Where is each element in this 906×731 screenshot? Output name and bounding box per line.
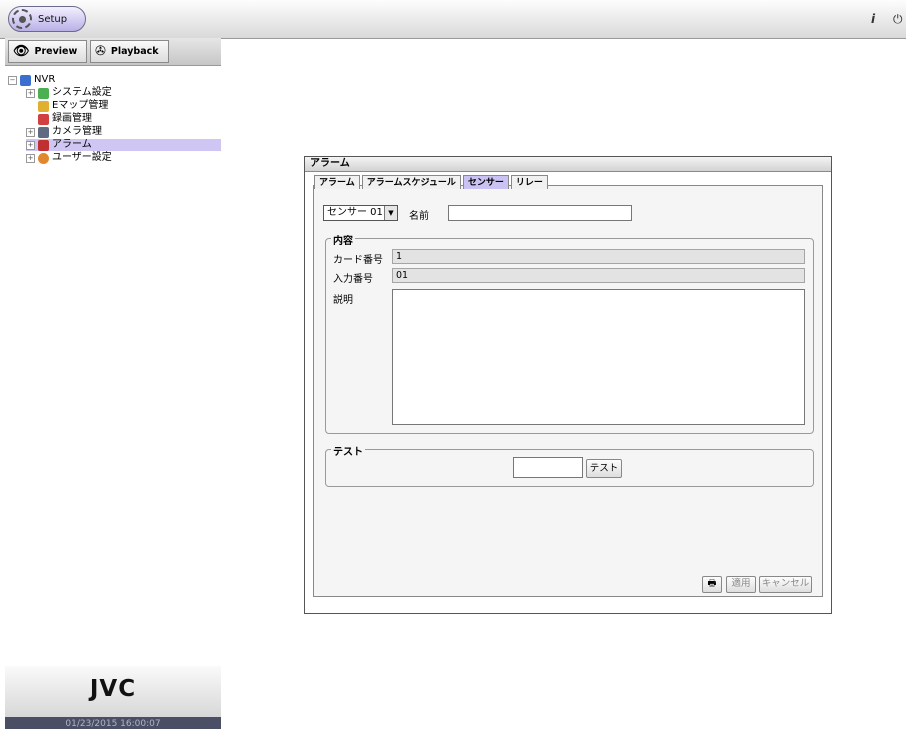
setup-button[interactable]: Setup <box>8 6 86 32</box>
left-panel: 👁 Preview ✇ Playback − NVR + システム設定 Eマップ… <box>5 38 221 729</box>
tab-sensor[interactable]: センサー <box>462 175 509 189</box>
tab-relay[interactable]: リレー <box>510 175 548 189</box>
user-icon <box>38 152 49 164</box>
brand-area: JVC 01/23/2015 16:00:07 <box>5 666 221 729</box>
test-input[interactable] <box>513 457 583 478</box>
expand-icon[interactable]: + <box>26 153 35 163</box>
input-number-field: 01 <box>392 268 805 283</box>
printer-icon: 🖶 <box>707 578 717 589</box>
description-label: 説明 <box>333 295 353 306</box>
tab-bar: アラーム アラームスケジュール センサー リレー <box>314 175 550 189</box>
playback-button[interactable]: ✇ Playback <box>90 40 169 63</box>
camera-icon <box>38 126 49 138</box>
expand-icon[interactable]: + <box>26 127 35 137</box>
tree-item-alarm[interactable]: + アラーム <box>26 139 221 151</box>
input-number-label: 入力番号 <box>333 274 373 285</box>
tree-item-label: システム設定 <box>52 87 112 98</box>
monitor-icon <box>38 87 49 99</box>
eye-icon: 👁 <box>13 44 30 59</box>
tree-item-system-settings[interactable]: + システム設定 <box>26 87 112 99</box>
preview-label: Preview <box>34 46 78 57</box>
info-icon[interactable]: i <box>871 12 875 26</box>
tree-item-camera[interactable]: + カメラ管理 <box>26 126 102 138</box>
power-icon[interactable]: ⏻ <box>893 12 903 27</box>
nvr-icon <box>20 74 31 86</box>
card-number-label: カード番号 <box>333 255 383 266</box>
apply-button[interactable]: 適用 <box>726 576 756 593</box>
top-bar: Setup i ⏻ <box>0 0 906 39</box>
tab-alarm[interactable]: アラーム <box>314 175 360 189</box>
name-label: 名前 <box>409 211 429 222</box>
playback-label: Playback <box>110 46 159 57</box>
tree-item-recording[interactable]: 録画管理 <box>26 113 92 125</box>
name-input[interactable] <box>448 205 632 221</box>
content-legend: 内容 <box>331 232 355 247</box>
dialog-title: アラーム <box>305 157 831 172</box>
tree-item-nvr[interactable]: − NVR <box>8 74 55 86</box>
jvc-logo: JVC <box>89 676 137 702</box>
tree-item-label: アラーム <box>52 139 92 150</box>
tree-item-label: カメラ管理 <box>52 126 102 137</box>
alarm-icon <box>38 139 49 151</box>
record-icon <box>38 113 49 125</box>
tree-item-emap[interactable]: Eマップ管理 <box>26 100 108 112</box>
expand-icon[interactable]: + <box>26 88 35 98</box>
test-legend: テスト <box>331 443 365 458</box>
tree-item-label: NVR <box>34 74 56 85</box>
film-reel-icon: ✇ <box>95 44 106 59</box>
tree-item-label: 録画管理 <box>52 113 92 124</box>
alarm-dialog: アラーム アラーム アラームスケジュール センサー リレー センサー 01 ▼ … <box>304 156 832 614</box>
chevron-down-icon[interactable]: ▼ <box>384 206 397 220</box>
navigation-tree: − NVR + システム設定 Eマップ管理 録画管理 + カメラ管理 + アラー <box>5 66 221 667</box>
tree-item-label: Eマップ管理 <box>52 100 109 111</box>
test-button[interactable]: テスト <box>586 459 622 478</box>
description-textarea[interactable] <box>392 289 805 425</box>
preview-button[interactable]: 👁 Preview <box>8 40 87 63</box>
sensor-select[interactable]: センサー 01 ▼ <box>323 205 398 221</box>
cancel-button[interactable]: キャンセル <box>759 576 812 593</box>
map-icon <box>38 100 49 112</box>
expand-icon[interactable]: + <box>26 140 35 150</box>
mode-bar: 👁 Preview ✇ Playback <box>5 38 221 66</box>
clock-display: 01/23/2015 16:00:07 <box>5 717 221 729</box>
gear-icon <box>12 9 32 29</box>
sensor-select-value: センサー 01 <box>327 207 383 218</box>
print-button[interactable]: 🖶 <box>702 576 722 593</box>
tab-alarm-schedule[interactable]: アラームスケジュール <box>361 175 461 189</box>
collapse-icon[interactable]: − <box>8 75 17 85</box>
tree-item-label: ユーザー設定 <box>52 152 112 163</box>
card-number-field: 1 <box>392 249 805 264</box>
tree-item-user-settings[interactable]: + ユーザー設定 <box>26 152 112 164</box>
setup-label: Setup <box>38 13 68 25</box>
